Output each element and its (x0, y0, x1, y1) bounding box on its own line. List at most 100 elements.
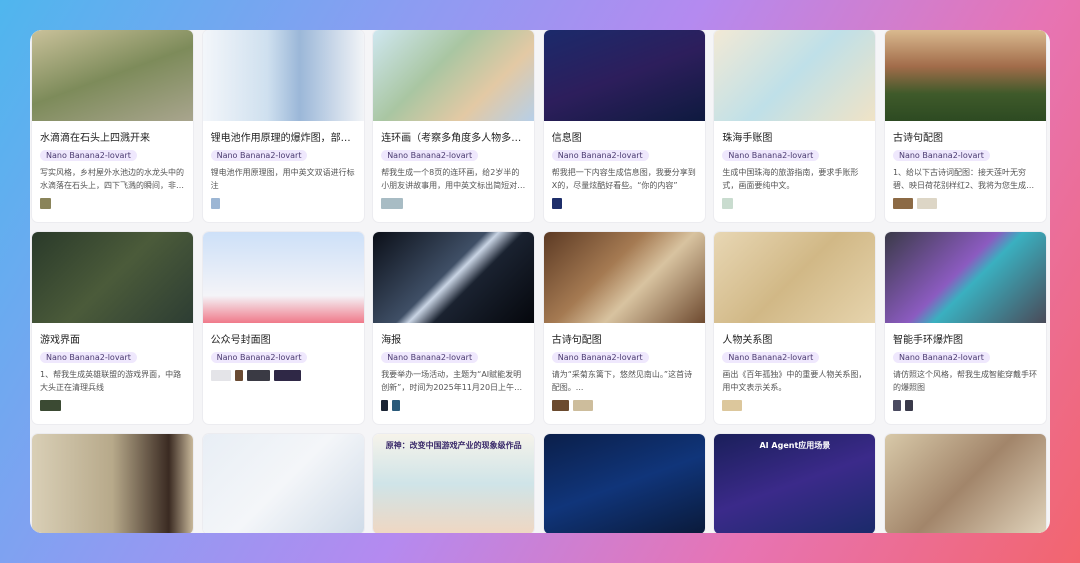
card-prompt: 写实风格，乡村屋外水池边的水龙头中的水滴落在石头上，四下飞溅的瞬间，非常细... (40, 168, 184, 190)
card-title: 连环画（考察多角度多人物多动作的... (381, 133, 526, 143)
card-image: AI Agent应用场景 (714, 434, 876, 533)
reference-thumbnails (551, 400, 697, 411)
card-prompt: 请为“采菊东篱下，悠然见南山。”这首诗配图。... (551, 370, 693, 392)
card-title: 公众号封面图 (210, 335, 271, 345)
model-tag: Nano Banana2-lovart (381, 150, 479, 161)
model-tag: Nano Banana2-lovart (551, 150, 649, 161)
card-image (543, 232, 705, 323)
reference-thumbnails (892, 198, 1038, 209)
example-card[interactable]: 公众号封面图 Nano Banana2-lovart (202, 232, 364, 424)
reference-thumbnails (40, 198, 185, 209)
reference-thumbnails (210, 370, 356, 381)
model-tag: Nano Banana2-lovart (892, 150, 990, 161)
reference-thumbnail (381, 198, 404, 209)
reference-thumbnails (892, 400, 1038, 411)
example-card[interactable]: 珠海手账图 Nano Banana2-lovart 生成中国珠海的旅游指南，要求… (714, 30, 876, 222)
example-card[interactable]: 原神：改变中国游戏产业的现象级作品 (373, 434, 535, 533)
reference-thumbnail (210, 198, 220, 209)
card-title: 海报 (381, 335, 402, 345)
card-title: 珠海手账图 (722, 133, 773, 143)
reference-thumbnail (381, 400, 389, 411)
model-tag: Nano Banana2-lovart (381, 352, 479, 363)
reference-thumbnail (722, 198, 734, 209)
example-card[interactable]: AI Agent应用场景 (714, 434, 876, 533)
reference-thumbnail (392, 400, 401, 411)
card-image (202, 30, 364, 121)
example-card[interactable]: 智能手环爆炸图 Nano Banana2-lovart 请仿照这个风格，帮我生成… (884, 232, 1046, 424)
reference-thumbnails (210, 198, 356, 209)
card-title: 古诗句配图 (892, 133, 943, 143)
card-title: 游戏界面 (40, 335, 80, 345)
model-tag: Nano Banana2-lovart (722, 352, 820, 363)
example-card[interactable] (32, 434, 193, 533)
model-tag: Nano Banana2-lovart (40, 150, 137, 161)
reference-thumbnails (40, 400, 185, 411)
reference-thumbnail (234, 370, 243, 381)
example-card[interactable]: 古诗句配图 Nano Banana2-lovart 1、给以下古诗词配图：接天莲… (884, 30, 1046, 222)
card-image (884, 434, 1046, 533)
card-prompt: 画出《百年孤独》中的重要人物关系图，用中文表示关系。 (722, 370, 867, 392)
example-card[interactable]: 锂电池作用原理的爆炸图，部件用中... Nano Banana2-lovart … (202, 30, 364, 222)
reference-thumbnail (40, 400, 61, 411)
reference-thumbnail (273, 370, 301, 381)
card-image (202, 434, 364, 533)
card-image (714, 30, 876, 121)
example-card[interactable] (884, 434, 1046, 533)
card-image (884, 232, 1046, 323)
card-title: 智能手环爆炸图 (892, 335, 963, 345)
example-card[interactable]: 人物关系图 Nano Banana2-lovart 画出《百年孤独》中的重要人物… (714, 232, 876, 424)
card-image (884, 30, 1046, 121)
reference-thumbnails (722, 198, 867, 209)
reference-thumbnail (916, 198, 937, 209)
reference-thumbnails (381, 198, 526, 209)
gallery-panel: 水滴滴在石头上四溅开来 Nano Banana2-lovart 写实风格，乡村屋… (30, 30, 1050, 533)
card-prompt: 锂电池作用原理图，用中英文双语进行标注 (210, 168, 355, 190)
reference-thumbnail (904, 400, 913, 411)
reference-thumbnails (722, 400, 867, 411)
example-card[interactable] (202, 434, 364, 533)
model-tag: Nano Banana2-lovart (892, 352, 990, 363)
card-prompt: 我要举办一场活动，主题为“AI赋能发明创新”，时间为2025年11月20日上午1… (381, 370, 525, 392)
example-card[interactable]: 水滴滴在石头上四溅开来 Nano Banana2-lovart 写实风格，乡村屋… (32, 30, 193, 222)
card-prompt: 请仿照这个风格，帮我生成智能穿戴手环的爆照图 (892, 370, 1037, 392)
card-image (543, 30, 705, 121)
reference-thumbnail (40, 198, 51, 209)
image-caption: AI Agent应用场景 (759, 441, 831, 450)
reference-thumbnail (210, 370, 231, 381)
model-tag: Nano Banana2-lovart (551, 352, 649, 363)
card-image (32, 232, 193, 323)
card-prompt: 帮我把一下内容生成信息图，我要分享到X的，尽量炫酷好看些。“你的内容” (551, 168, 696, 190)
example-card[interactable]: 游戏界面 Nano Banana2-lovart 1、帮我生成英雄联盟的游戏界面… (32, 232, 193, 424)
example-card[interactable]: 古诗句配图 Nano Banana2-lovart 请为“采菊东篱下，悠然见南山… (543, 232, 705, 424)
card-image (714, 232, 876, 323)
card-title: 锂电池作用原理的爆炸图，部件用中... (210, 133, 356, 143)
example-card[interactable]: 信息图 Nano Banana2-lovart 帮我把一下内容生成信息图，我要分… (543, 30, 705, 222)
example-card[interactable]: 连环画（考察多角度多人物多动作的... Nano Banana2-lovart … (373, 30, 535, 222)
reference-thumbnail (892, 400, 901, 411)
card-image (202, 232, 364, 323)
example-card[interactable]: 海报 Nano Banana2-lovart 我要举办一场活动，主题为“AI赋能… (373, 232, 535, 424)
card-prompt: 帮我生成一个8页的连环画，给2岁半的小朋友讲故事用，用中英文标出简短对话，... (381, 168, 520, 190)
model-tag: Nano Banana2-lovart (722, 150, 820, 161)
example-card[interactable] (543, 434, 705, 533)
card-title: 信息图 (551, 133, 582, 143)
card-prompt: 生成中国珠海的旅游指南，要求手账形式，画面要纯中文。 (722, 168, 859, 190)
card-image (32, 434, 193, 533)
reference-thumbnail (892, 198, 913, 209)
card-image (32, 30, 193, 121)
card-image (373, 232, 535, 323)
reference-thumbnail (551, 400, 569, 411)
reference-thumbnails (551, 198, 697, 209)
model-tag: Nano Banana2-lovart (210, 150, 308, 161)
model-tag: Nano Banana2-lovart (210, 352, 308, 363)
reference-thumbnail (572, 400, 593, 411)
model-tag: Nano Banana2-lovart (40, 352, 137, 363)
reference-thumbnails (381, 400, 526, 411)
reference-thumbnail (551, 198, 562, 209)
card-prompt: 1、给以下古诗词配图：接天莲叶无穷碧、映日荷花别样红2、我将为您生成这首古... (892, 168, 1035, 190)
reference-thumbnail (722, 400, 743, 411)
image-caption: 原神：改变中国游戏产业的现象级作品 (385, 441, 522, 450)
reference-thumbnail (246, 370, 270, 381)
card-title: 水滴滴在石头上四溅开来 (40, 133, 150, 143)
card-prompt: 1、帮我生成英雄联盟的游戏界面，中路大头正在清理兵线 (40, 370, 182, 392)
